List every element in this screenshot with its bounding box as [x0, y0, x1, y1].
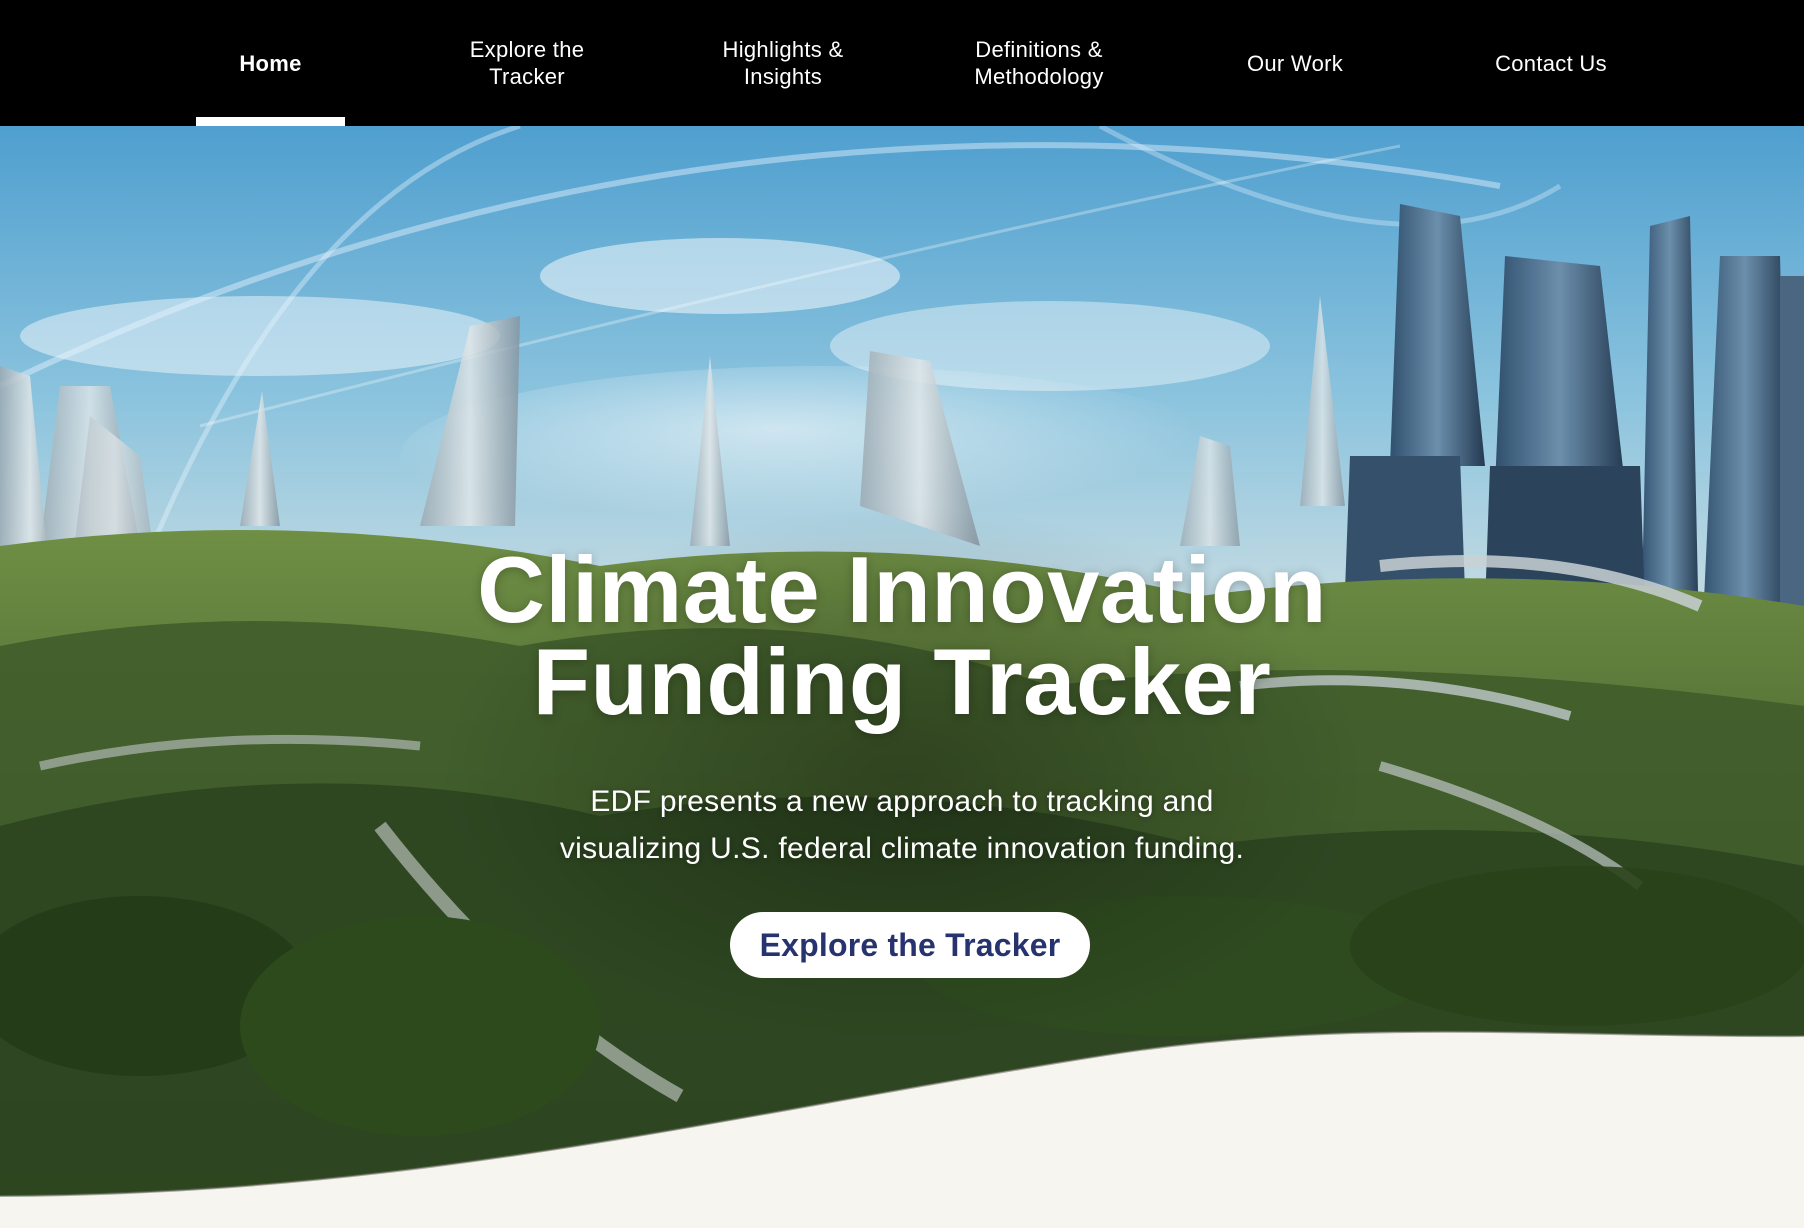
hero-subtitle: EDF presents a new approach to tracking … [502, 778, 1302, 872]
nav-item-label: Contact Us [1495, 50, 1607, 76]
hero-title-line-2: Funding Tracker [532, 629, 1272, 734]
nav-item-label: Home [239, 50, 302, 76]
active-nav-indicator [196, 117, 345, 126]
nav-item-definitions-methodology[interactable]: Definitions & Methodology [956, 0, 1122, 126]
nav-item-home[interactable]: Home [196, 0, 345, 126]
nav-item-label: Definitions & Methodology [974, 37, 1104, 89]
hero-subtitle-line-1: EDF presents a new approach to tracking … [590, 785, 1214, 818]
nav-item-label: Our Work [1246, 50, 1344, 76]
hero-section: Climate Innovation Funding Tracker EDF p… [0, 126, 1804, 1228]
nav-item-contact-us[interactable]: Contact Us [1476, 0, 1626, 126]
page: Home Explore the Tracker Highlights & In… [0, 0, 1804, 1228]
nav-item-label: Explore the Tracker [469, 37, 585, 89]
nav-item-our-work[interactable]: Our Work [1222, 0, 1368, 126]
top-navigation: Home Explore the Tracker Highlights & In… [0, 0, 1804, 126]
hero-subtitle-line-2: visualizing U.S. federal climate innovat… [559, 832, 1245, 865]
hero-title: Climate Innovation Funding Tracker [0, 543, 1804, 729]
nav-item-label: Highlights & Insights [722, 37, 844, 89]
explore-tracker-button[interactable]: Explore the Tracker [730, 912, 1090, 978]
nav-item-highlights-insights[interactable]: Highlights & Insights [700, 0, 866, 126]
hero-title-line-1: Climate Innovation [477, 537, 1327, 642]
nav-item-explore-tracker[interactable]: Explore the Tracker [446, 0, 608, 126]
